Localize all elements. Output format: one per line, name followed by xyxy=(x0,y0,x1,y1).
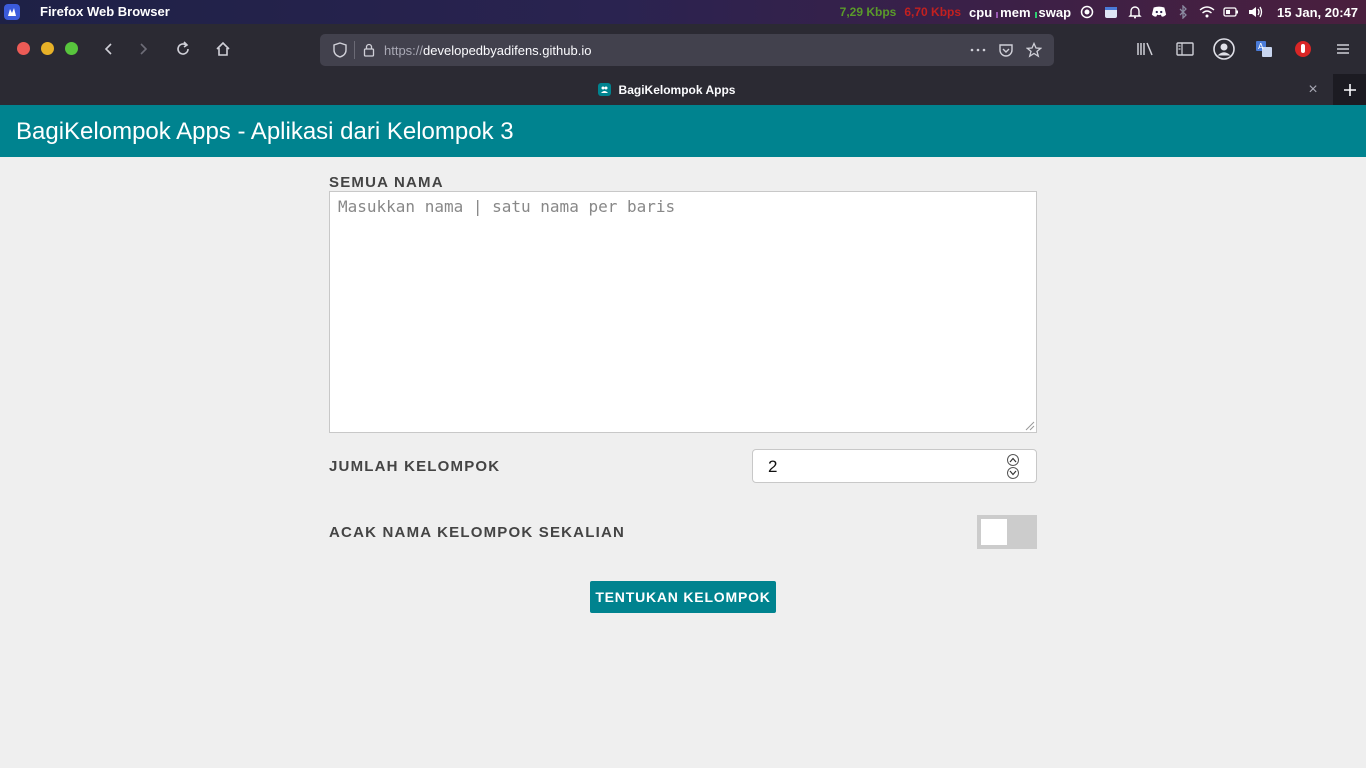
calendar-icon[interactable] xyxy=(1103,4,1119,20)
page-actions-menu-icon[interactable] xyxy=(966,38,990,62)
app-menu-icon[interactable] xyxy=(4,4,20,20)
url-host: developedbyadifens.github.io xyxy=(423,43,592,58)
pocket-icon[interactable] xyxy=(994,38,1018,62)
library-icon[interactable] xyxy=(1133,37,1157,61)
adblock-extension-icon[interactable] xyxy=(1291,37,1315,61)
group-count-stepper xyxy=(1007,454,1021,480)
resize-grip-icon[interactable] xyxy=(1023,419,1035,431)
window-close-button[interactable] xyxy=(17,42,30,55)
active-app-title[interactable]: Firefox Web Browser xyxy=(40,4,170,19)
discord-icon[interactable] xyxy=(1151,4,1167,20)
submit-groups-button[interactable]: TENTUKAN KELOMPOK xyxy=(590,581,776,613)
cpu-meter: cpu xyxy=(969,5,992,20)
group-count-value[interactable]: 2 xyxy=(768,457,777,477)
mem-label: mem xyxy=(1000,4,1031,20)
shuffle-label: ACAK NAMA KELOMPOK SEKALIAN xyxy=(329,524,626,541)
url-bar[interactable]: https://developedbyadifens.github.io xyxy=(320,34,1054,66)
volume-icon[interactable] xyxy=(1247,4,1263,20)
group-count-label: JUMLAH KELOMPOK xyxy=(329,458,501,475)
window-maximize-button[interactable] xyxy=(65,42,78,55)
url-scheme: https:// xyxy=(384,43,424,58)
lock-icon[interactable] xyxy=(357,38,381,62)
screen-record-icon[interactable] xyxy=(1079,4,1095,20)
page-title: BagiKelompok Apps - Aplikasi dari Kelomp… xyxy=(16,118,514,145)
tab-active[interactable]: BagiKelompok Apps xyxy=(0,74,1333,105)
app-header: BagiKelompok Apps - Aplikasi dari Kelomp… xyxy=(0,105,1366,157)
battery-icon[interactable] xyxy=(1223,4,1239,20)
cpu-label: cpu xyxy=(969,4,993,20)
system-tray: 7,29 Kbps 6,70 Kbps cpu mem swap 15 Jan,… xyxy=(840,0,1358,24)
net-download-speed: 6,70 Kbps xyxy=(904,5,962,19)
translate-extension-icon[interactable]: A xyxy=(1252,37,1276,61)
shuffle-toggle-knob xyxy=(981,519,1007,545)
svg-text:A: A xyxy=(1258,42,1264,51)
increment-chevron-up-icon[interactable] xyxy=(1007,454,1019,466)
tab-favicon-icon xyxy=(597,83,611,96)
plus-icon xyxy=(1343,83,1356,96)
reload-icon[interactable] xyxy=(171,37,195,61)
names-textarea-wrapper xyxy=(329,191,1037,433)
home-icon[interactable] xyxy=(211,37,235,61)
mem-meter: mem xyxy=(996,4,1031,20)
shuffle-toggle[interactable] xyxy=(977,515,1037,549)
names-textarea[interactable] xyxy=(330,192,1036,432)
tab-strip: BagiKelompok Apps × xyxy=(0,74,1366,105)
tracking-shield-icon[interactable] xyxy=(328,38,352,62)
swap-label: swap xyxy=(1038,4,1072,20)
url-separator xyxy=(354,41,355,59)
tab-close-icon[interactable]: × xyxy=(1304,81,1322,99)
account-avatar-icon[interactable] xyxy=(1212,37,1236,61)
wifi-icon[interactable] xyxy=(1199,4,1215,20)
back-arrow-icon[interactable] xyxy=(97,37,121,61)
bluetooth-icon[interactable] xyxy=(1175,4,1191,20)
notification-bell-icon[interactable] xyxy=(1127,4,1143,20)
new-tab-button[interactable] xyxy=(1333,74,1366,105)
net-upload-speed: 7,29 Kbps xyxy=(839,5,897,19)
swap-meter: swap xyxy=(1034,4,1072,20)
bookmark-star-icon[interactable] xyxy=(1022,38,1046,62)
window-minimize-button[interactable] xyxy=(41,42,54,55)
names-label: SEMUA NAMA xyxy=(329,174,444,191)
browser-toolbar: https://developedbyadifens.github.io A xyxy=(0,24,1366,74)
forward-arrow-icon[interactable] xyxy=(131,37,155,61)
decrement-chevron-down-icon[interactable] xyxy=(1007,467,1019,479)
sidebar-icon[interactable] xyxy=(1173,37,1197,61)
hamburger-menu-icon[interactable] xyxy=(1331,37,1355,61)
url-text[interactable]: https://developedbyadifens.github.io xyxy=(384,43,591,58)
system-clock[interactable]: 15 Jan, 20:47 xyxy=(1277,5,1358,20)
system-top-bar: Firefox Web Browser 7,29 Kbps 6,70 Kbps … xyxy=(0,0,1366,24)
group-count-input[interactable]: 2 xyxy=(752,449,1037,483)
tab-title: BagiKelompok Apps xyxy=(618,82,736,97)
browser-chrome: https://developedbyadifens.github.io A B… xyxy=(0,24,1366,105)
